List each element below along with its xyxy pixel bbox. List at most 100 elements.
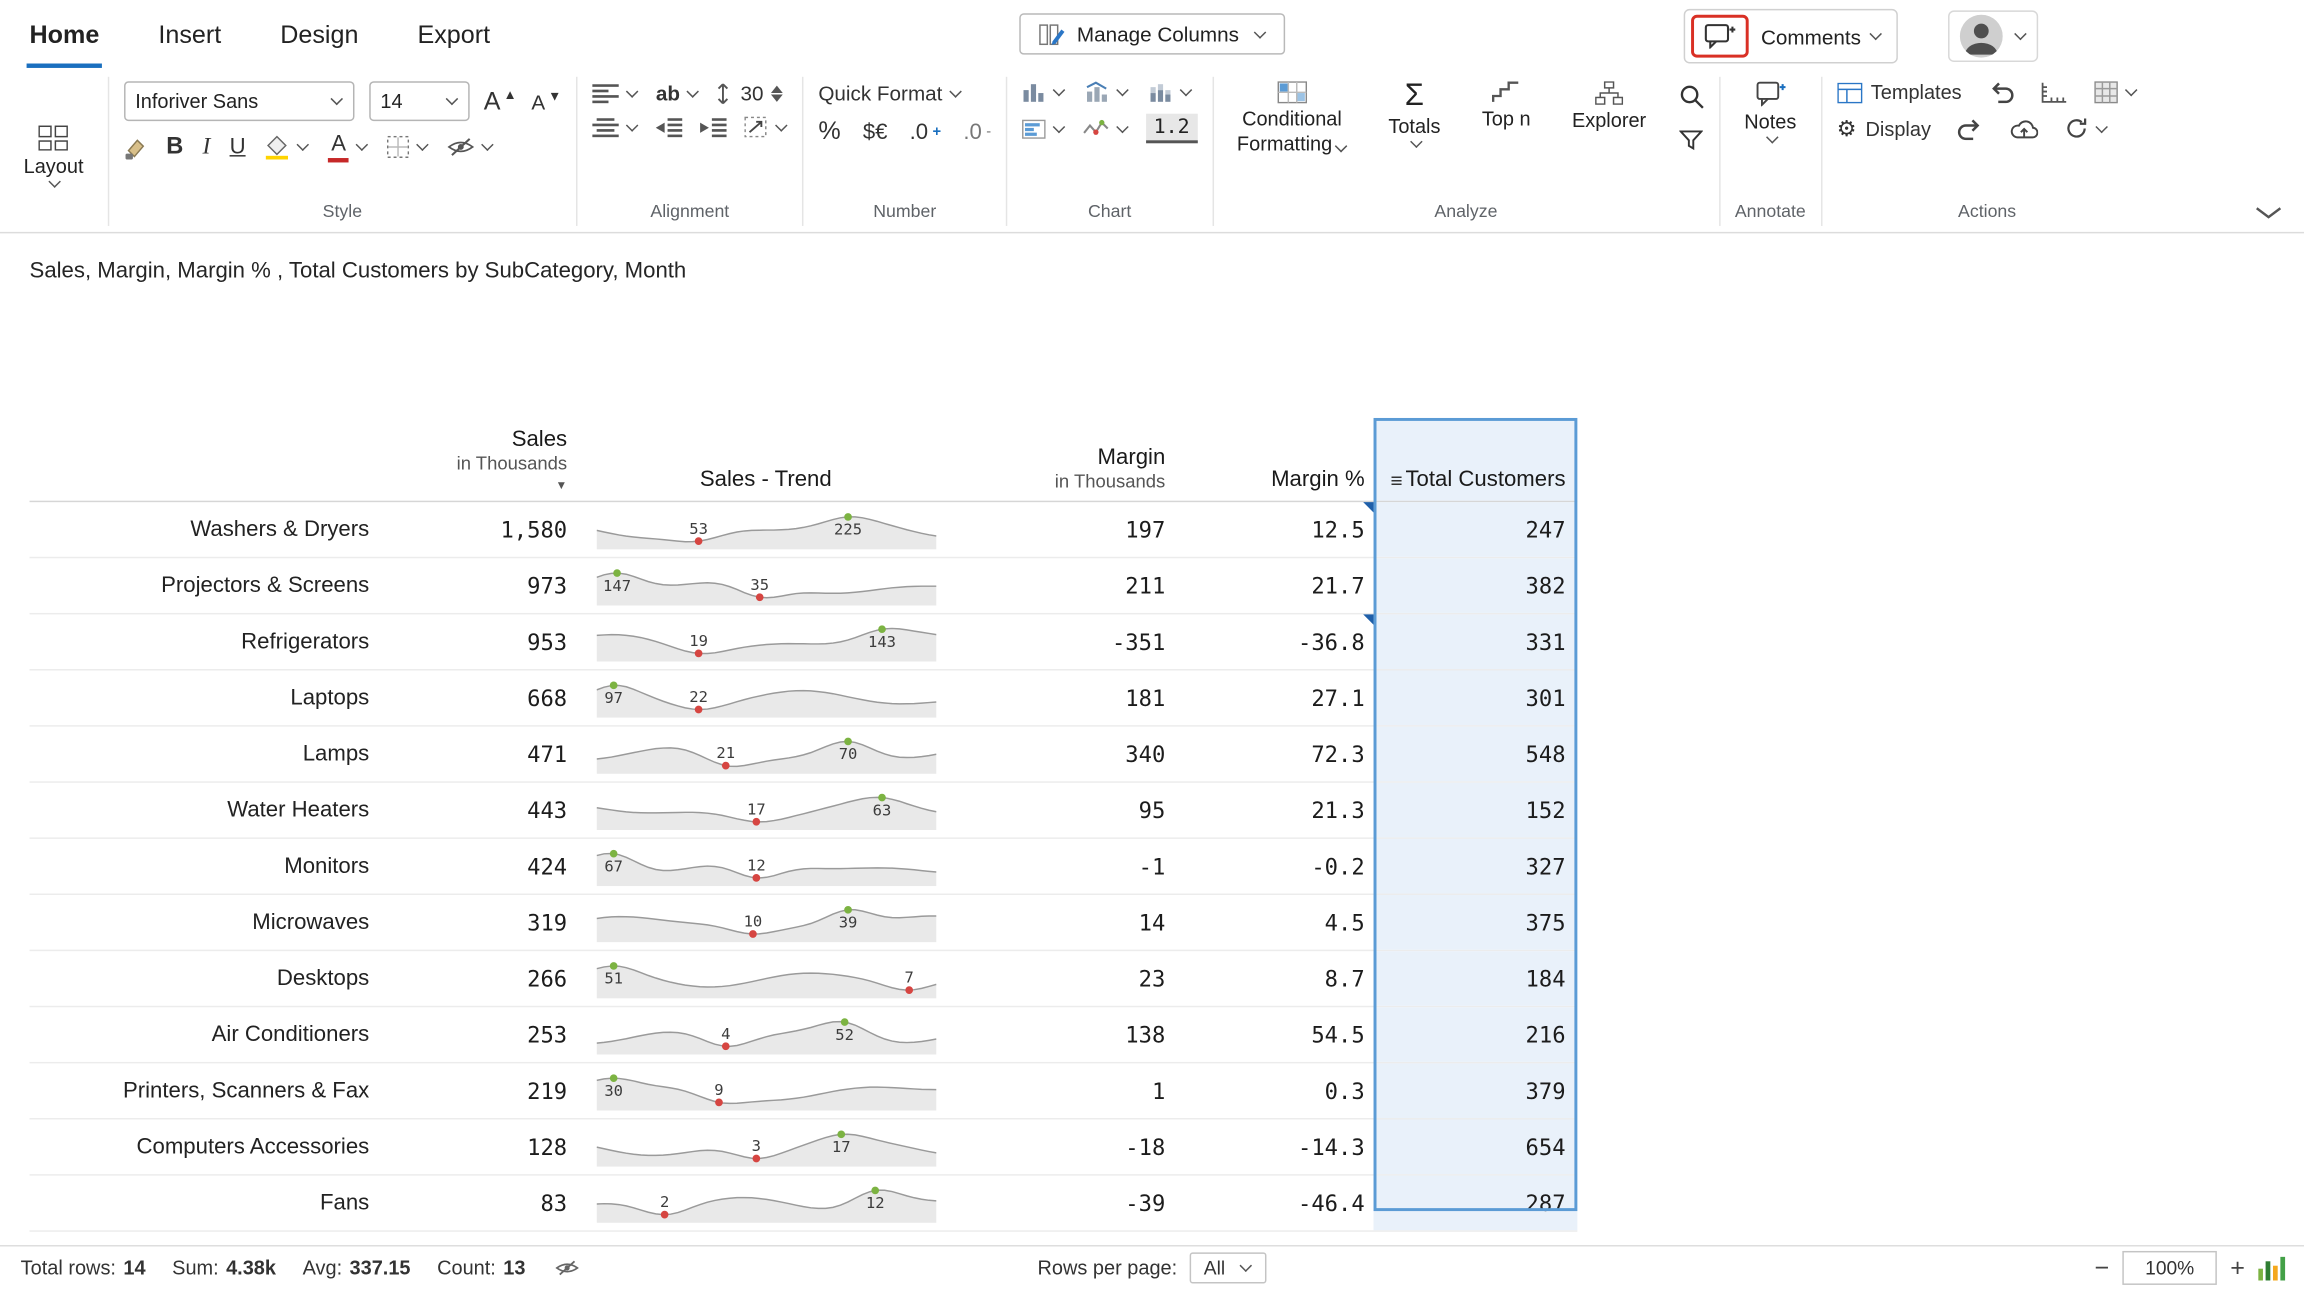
underline-button[interactable]: U	[230, 135, 246, 160]
refresh-button[interactable]	[2065, 117, 2108, 141]
table-row[interactable]: Lamps471217034072.3548	[30, 727, 1578, 783]
export-excel-button[interactable]	[2095, 81, 2138, 103]
tab-export[interactable]: Export	[415, 3, 493, 68]
currency-format-button[interactable]: $€	[863, 119, 888, 144]
margin-pct-value: -0.2	[1174, 839, 1373, 894]
row-label[interactable]: Water Heaters	[30, 783, 421, 838]
rows-per-page-select[interactable]: All	[1189, 1252, 1266, 1283]
column-header-total-customers[interactable]: ≡ Total Customers	[1374, 418, 1578, 501]
borders-button[interactable]	[387, 136, 428, 158]
top-n-button[interactable]: Top n	[1473, 81, 1540, 130]
row-label[interactable]: Air Conditioners	[30, 1007, 421, 1062]
row-label[interactable]: Desktops	[30, 951, 421, 1006]
row-label[interactable]: Projectors & Screens	[30, 558, 421, 613]
table-row[interactable]: Microwaves3191039144.5375	[30, 895, 1578, 951]
tab-design[interactable]: Design	[277, 3, 361, 68]
increase-decimal-button[interactable]: .0+	[910, 119, 942, 144]
table-row[interactable]: Printers, Scanners & Fax21993010.3379	[30, 1063, 1578, 1119]
table-row[interactable]: Monitors4241267-1-0.2327	[30, 839, 1578, 895]
sales-header-title: Sales	[512, 427, 567, 452]
add-comment-button[interactable]	[1692, 15, 1750, 58]
comments-button[interactable]: Comments	[1761, 24, 1882, 48]
ruler-button[interactable]	[2041, 81, 2068, 103]
row-label[interactable]: Fans	[30, 1176, 421, 1231]
templates-button[interactable]: Templates	[1837, 81, 1962, 103]
zoom-out-button[interactable]: −	[2094, 1255, 2109, 1280]
row-label[interactable]: Refrigerators	[30, 614, 421, 669]
search-button[interactable]	[1679, 84, 1704, 109]
sparkline-button[interactable]	[1083, 120, 1129, 138]
table-row[interactable]: Computers Accessories128317-18-14.3654	[30, 1120, 1578, 1176]
customers-value: 375	[1374, 895, 1578, 950]
stepper-arrows[interactable]	[771, 85, 783, 101]
collapse-ribbon-button[interactable]	[2254, 205, 2284, 220]
italic-button[interactable]: I	[202, 134, 210, 161]
increase-font-size-button[interactable]: A▲	[484, 86, 517, 116]
table-row[interactable]: Washers & Dryers1,5805322519712.5247	[30, 502, 1578, 558]
decrease-font-size-button[interactable]: A▼	[531, 89, 561, 113]
row-height-stepper[interactable]: 30	[717, 81, 783, 105]
column-header-margin-pct[interactable]: Margin %	[1174, 418, 1373, 501]
table-row[interactable]: Fans83212-39-46.4287	[30, 1176, 1578, 1232]
table-row[interactable]: Air Conditioners25345213854.5216	[30, 1007, 1578, 1063]
layout-button[interactable]: Layout	[15, 125, 93, 186]
visibility-button[interactable]	[448, 138, 494, 157]
column-chart-button[interactable]	[1022, 81, 1065, 102]
indent-increase-button[interactable]	[700, 117, 727, 136]
zoom-level[interactable]: 100%	[2122, 1251, 2217, 1285]
table-row[interactable]: Projectors & Screens9733514721121.7382	[30, 558, 1578, 614]
decrease-decimal-button[interactable]: .0-	[963, 119, 991, 144]
account-menu[interactable]	[1948, 10, 2038, 62]
percent-format-button[interactable]: %	[818, 117, 840, 147]
notes-button[interactable]: Notes	[1735, 81, 1806, 142]
indent-decrease-button[interactable]	[656, 117, 683, 136]
text-orientation-button[interactable]	[744, 117, 787, 138]
tab-insert[interactable]: Insert	[155, 3, 224, 68]
column-header-margin[interactable]: Margin in Thousands	[953, 418, 1175, 501]
font-name-value: Inforiver Sans	[135, 90, 258, 112]
vertical-align-button[interactable]	[592, 117, 638, 136]
row-label[interactable]: Monitors	[30, 839, 421, 894]
horizontal-align-button[interactable]	[592, 83, 638, 102]
table-row[interactable]: Desktops266751238.7184	[30, 951, 1578, 1007]
font-size-select[interactable]: 14	[369, 81, 469, 121]
display-button[interactable]: ⚙ Display	[1837, 115, 1931, 142]
row-label[interactable]: Computers Accessories	[30, 1120, 421, 1175]
conditional-formatting-button[interactable]: Conditional Formatting	[1228, 81, 1356, 157]
table-row[interactable]: Laptops668229718127.1301	[30, 671, 1578, 727]
data-bars-button[interactable]	[1022, 119, 1065, 138]
table-row[interactable]: Refrigerators95319143-351-36.8331	[30, 614, 1578, 670]
row-label[interactable]: Microwaves	[30, 895, 421, 950]
hide-summary-button[interactable]	[555, 1260, 579, 1276]
table-row[interactable]: Water Heaters44317639521.3152	[30, 783, 1578, 839]
stacked-chart-button[interactable]	[1149, 81, 1192, 102]
number-scale-button[interactable]: 1.2	[1146, 114, 1197, 144]
redo-button[interactable]	[1957, 117, 1984, 139]
totals-button[interactable]: Σ Totals	[1379, 81, 1449, 146]
filter-button[interactable]	[1679, 130, 1703, 151]
gear-icon: ⚙	[1837, 115, 1857, 142]
column-header-sales[interactable]: Sales in Thousands ▼	[421, 418, 579, 501]
tab-home[interactable]: Home	[27, 3, 103, 68]
wrap-text-button[interactable]: ab	[656, 81, 699, 105]
combo-chart-button[interactable]	[1086, 81, 1129, 102]
row-label[interactable]: Lamps	[30, 727, 421, 782]
bold-button[interactable]: B	[166, 134, 183, 161]
column-header-sales-trend[interactable]: Sales - Trend	[579, 418, 953, 501]
publish-cloud-button[interactable]	[2011, 118, 2039, 139]
sparkline-chart: 751	[596, 959, 936, 999]
row-label[interactable]: Printers, Scanners & Fax	[30, 1063, 421, 1118]
row-label[interactable]: Laptops	[30, 671, 421, 726]
manage-columns-button[interactable]: Manage Columns	[1019, 13, 1284, 54]
explorer-button[interactable]: Explorer	[1563, 81, 1655, 131]
undo-button[interactable]	[1988, 81, 2015, 103]
zoom-in-button[interactable]: +	[2230, 1255, 2245, 1280]
font-color-button[interactable]: A	[328, 133, 368, 162]
row-label[interactable]: Washers & Dryers	[30, 502, 421, 557]
column-menu-icon[interactable]: ≡	[1390, 468, 1402, 492]
quick-format-button[interactable]: Quick Format	[818, 81, 961, 105]
fill-color-button[interactable]	[265, 135, 309, 160]
sparkline-point-label: 17	[831, 1138, 850, 1156]
font-name-select[interactable]: Inforiver Sans	[123, 81, 353, 121]
format-painter-button[interactable]	[123, 136, 147, 160]
